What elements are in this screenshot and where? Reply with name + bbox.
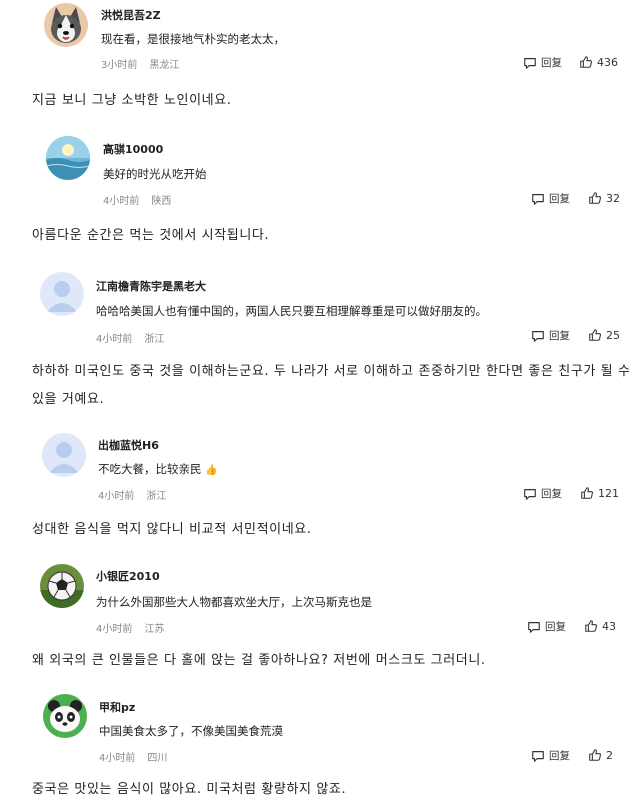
comment-text: 不吃大餐，比较亲民 👍 — [98, 461, 218, 477]
reply-button[interactable]: 回复 — [523, 55, 562, 70]
comment-text: 美好的时光从吃开始 — [103, 167, 207, 181]
comment-meta: 4小时前 浙江 — [96, 330, 176, 345]
reply-button[interactable]: 回复 — [531, 748, 570, 763]
comment-text: 现在看，是很接地气朴实的老太太， — [101, 32, 285, 46]
like-count: 121 — [598, 486, 619, 500]
like-button[interactable]: 121 — [580, 486, 619, 500]
reply-label: 回复 — [549, 330, 570, 342]
sunset-lake-avatar[interactable] — [46, 136, 90, 180]
reply-button[interactable]: 回复 — [527, 619, 566, 634]
comment-location: 浙江 — [146, 491, 167, 502]
comment-time: 4小时前 — [98, 491, 135, 502]
reply-icon — [527, 620, 541, 634]
reply-icon — [531, 329, 545, 343]
comment-time: 4小时前 — [96, 334, 133, 345]
reply-button[interactable]: 回复 — [523, 486, 562, 501]
username[interactable]: 洪悦昆吾2Z — [101, 7, 161, 23]
panda-avatar[interactable] — [43, 694, 87, 738]
comment-meta: 4小时前 江苏 — [96, 620, 176, 635]
like-button[interactable]: 2 — [588, 748, 613, 762]
reply-icon — [523, 487, 537, 501]
reply-label: 回复 — [549, 193, 570, 205]
husky-dog-avatar[interactable] — [44, 3, 88, 47]
like-count: 25 — [606, 328, 620, 342]
like-button[interactable]: 32 — [588, 191, 620, 205]
comment-text: 中国美食太多了，不像美国美食荒漠 — [99, 724, 283, 738]
thumbs-up-icon — [588, 328, 602, 342]
translation-text: 아름다운 순간은 먹는 것에서 시작됩니다. — [32, 228, 270, 243]
like-button[interactable]: 43 — [584, 619, 616, 633]
comment-card: 江南檐青陈宇是黑老大 哈哈哈美国人也有懂中国的，两国人民只要互相理解尊重是可以做… — [0, 260, 638, 420]
default-user-avatar[interactable] — [40, 272, 84, 316]
comment-meta: 3小时前 黑龙江 — [101, 56, 191, 71]
translation-text: 왜 외국의 큰 인물들은 다 홀에 앉는 걸 좋아하나요? 저번에 머스크도 그… — [32, 653, 486, 668]
reply-label: 回复 — [541, 57, 562, 69]
translation-text: 지금 보니 그냥 소박한 노인이네요. — [32, 93, 232, 108]
like-count: 436 — [597, 55, 618, 69]
thumbs-up-icon — [588, 191, 602, 205]
comment-meta: 4小时前 浙江 — [98, 487, 178, 502]
comment-text: 哈哈哈美国人也有懂中国的，两国人民只要互相理解尊重是可以做好朋友的。 — [96, 304, 487, 318]
like-count: 32 — [606, 191, 620, 205]
soccer-ball-avatar[interactable] — [40, 564, 84, 608]
thumbs-up-icon — [579, 55, 593, 69]
reply-button[interactable]: 回复 — [531, 328, 570, 343]
translation-text: 하하하 미국인도 중국 것을 이해하는군요. 두 나라가 서로 이해하고 존중하… — [32, 364, 631, 407]
thumbs-up-icon — [588, 748, 602, 762]
reply-icon — [531, 749, 545, 763]
translation-text: 중국은 맛있는 음식이 많아요. 미국처럼 황량하지 않죠. — [32, 782, 347, 797]
comment-time: 4小时前 — [103, 196, 140, 207]
default-user-avatar[interactable] — [42, 433, 86, 477]
comment-meta: 4小时前 陕西 — [103, 192, 183, 207]
comment-location: 陕西 — [151, 196, 172, 207]
like-count: 43 — [602, 619, 616, 633]
reply-icon — [531, 192, 545, 206]
thumbs-up-emoji: 👍 — [205, 465, 218, 476]
comment-card: 洪悦昆吾2Z 现在看，是很接地气朴实的老太太， 3小时前 黑龙江 回复 436 지… — [0, 0, 638, 130]
reply-icon — [523, 56, 537, 70]
translation-text: 성대한 음식을 먹지 않다니 비교적 서민적이네요. — [32, 522, 312, 537]
username[interactable]: 出枷蓝悦H6 — [98, 437, 159, 453]
username[interactable]: 小银匠2010 — [96, 568, 160, 584]
username[interactable]: 甲和pz — [99, 699, 135, 715]
comment-card: 出枷蓝悦H6 不吃大餐，比较亲民 👍 4小时前 浙江 回复 121 성대한 음식을… — [0, 420, 638, 550]
comment-location: 黑龙江 — [149, 60, 180, 71]
comment-location: 浙江 — [144, 334, 165, 345]
username[interactable]: 江南檐青陈宇是黑老大 — [96, 278, 206, 294]
comment-card: 高骐10000 美好的时光从吃开始 4小时前 陕西 回复 32 아름다운 순간은 … — [0, 130, 638, 260]
reply-label: 回复 — [545, 621, 566, 633]
like-button[interactable]: 25 — [588, 328, 620, 342]
comment-time: 3小时前 — [101, 60, 138, 71]
comment-location: 江苏 — [144, 624, 165, 635]
like-count: 2 — [606, 748, 613, 762]
comment-meta: 4小时前 四川 — [99, 749, 179, 764]
reply-button[interactable]: 回复 — [531, 191, 570, 206]
reply-label: 回复 — [549, 750, 570, 762]
comment-time: 4小时前 — [96, 624, 133, 635]
reply-label: 回复 — [541, 488, 562, 500]
comment-text-body: 不吃大餐，比较亲民 — [98, 462, 202, 476]
thumbs-up-icon — [580, 486, 594, 500]
comment-text: 为什么外国那些大人物都喜欢坐大厅，上次马斯克也是 — [96, 595, 372, 609]
comment-card: 甲和pz 中国美食太多了，不像美国美食荒漠 4小时前 四川 回复 2 중국은 맛있… — [0, 680, 638, 807]
comment-card: 小银匠2010 为什么外国那些大人物都喜欢坐大厅，上次马斯克也是 4小时前 江苏 … — [0, 550, 638, 680]
thumbs-up-icon — [584, 619, 598, 633]
comment-location: 四川 — [147, 753, 168, 764]
comment-time: 4小时前 — [99, 753, 136, 764]
username[interactable]: 高骐10000 — [103, 141, 163, 157]
like-button[interactable]: 436 — [579, 55, 618, 69]
